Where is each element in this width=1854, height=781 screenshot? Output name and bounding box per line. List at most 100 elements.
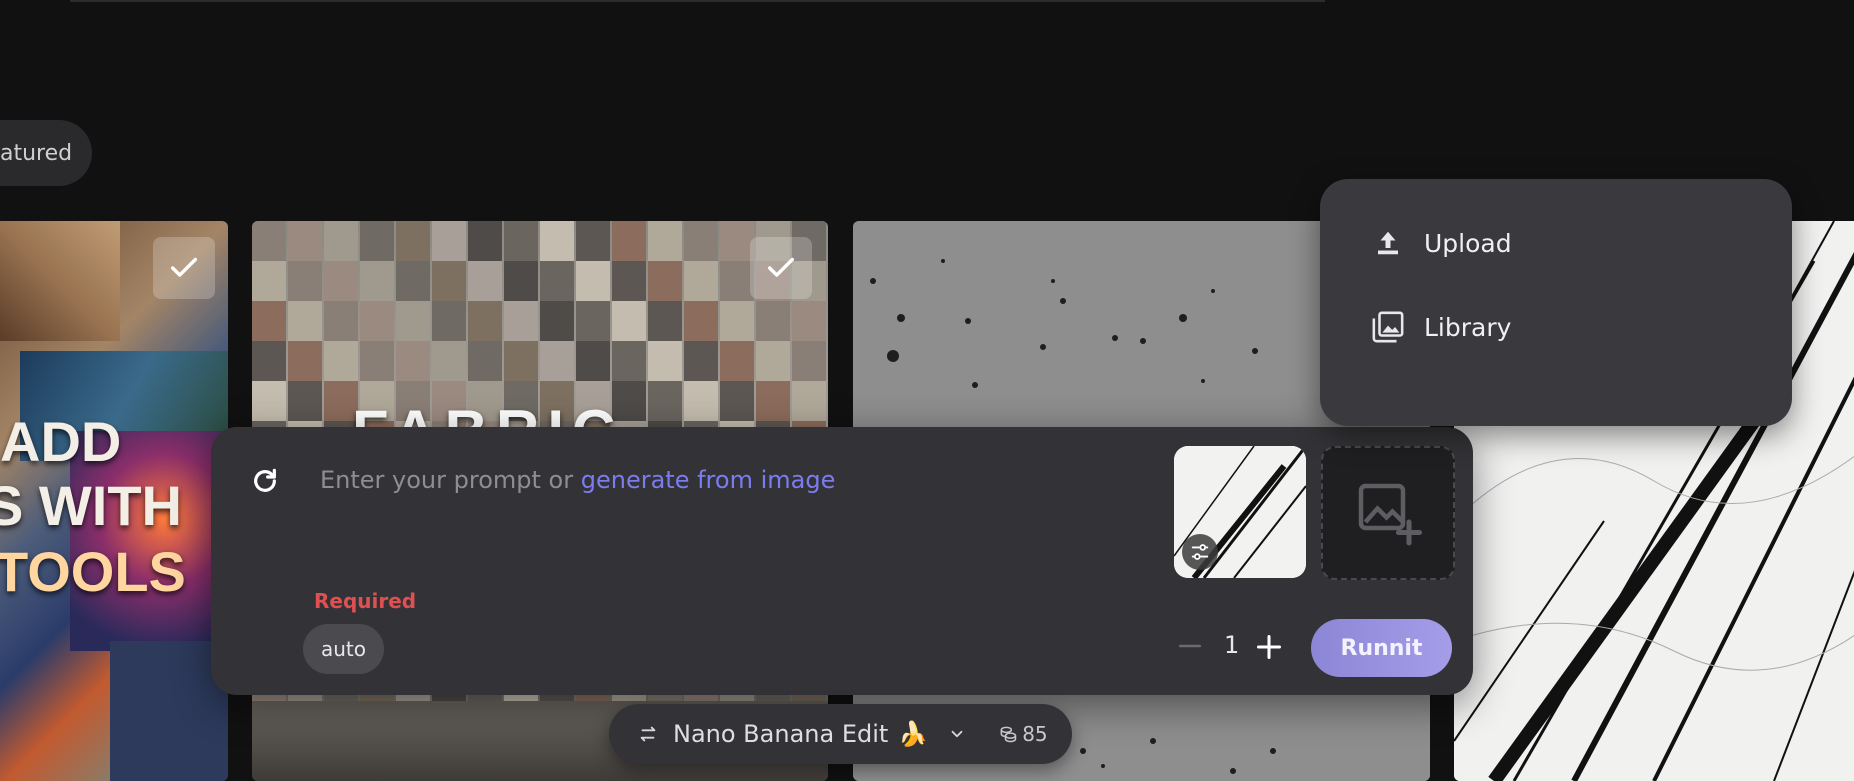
fabric-swatch bbox=[252, 261, 286, 301]
refresh-icon bbox=[254, 468, 276, 492]
fabric-swatch bbox=[684, 341, 718, 381]
reset-button[interactable] bbox=[241, 457, 289, 505]
runnit-button[interactable]: Runnit bbox=[1311, 619, 1452, 677]
fabric-swatch bbox=[252, 381, 286, 421]
prompt-placeholder: Enter your prompt or bbox=[320, 466, 574, 494]
generate-from-image-link[interactable]: generate from image bbox=[581, 466, 836, 494]
tile-overlay-line-3: TOOLS bbox=[0, 540, 186, 603]
fabric-swatch bbox=[324, 341, 358, 381]
model-name[interactable]: Nano Banana Edit bbox=[673, 720, 888, 748]
image-settings-button[interactable] bbox=[1182, 534, 1218, 570]
add-image-button[interactable] bbox=[1321, 446, 1455, 580]
chevron-down-icon bbox=[951, 730, 963, 738]
fabric-swatch bbox=[252, 341, 286, 381]
fabric-swatch bbox=[792, 341, 826, 381]
prompt-input[interactable]: Enter your prompt or generate from image bbox=[320, 466, 835, 494]
fabric-swatch bbox=[684, 381, 718, 421]
fabric-swatch bbox=[756, 381, 790, 421]
fabric-swatch bbox=[504, 221, 538, 261]
runnit-button-label: Runnit bbox=[1340, 635, 1423, 661]
fabric-swatch bbox=[252, 221, 286, 261]
fabric-swatch bbox=[288, 261, 322, 301]
minus-icon bbox=[1178, 644, 1202, 648]
credits-icon bbox=[998, 724, 1018, 744]
quantity-increment-button[interactable] bbox=[1253, 631, 1285, 663]
aspect-ratio-chip[interactable]: auto bbox=[303, 624, 385, 674]
swap-model-button[interactable] bbox=[633, 719, 663, 749]
model-dropdown-button[interactable] bbox=[946, 723, 968, 745]
fabric-swatch bbox=[504, 301, 538, 341]
fabric-swatch bbox=[540, 261, 574, 301]
fabric-swatch bbox=[504, 341, 538, 381]
fabric-swatch bbox=[504, 261, 538, 301]
fabric-swatch bbox=[360, 261, 394, 301]
model-emoji-banana: 🍌 bbox=[898, 720, 929, 748]
menu-item-library[interactable]: Library bbox=[1368, 299, 1768, 355]
fabric-swatch bbox=[612, 301, 646, 341]
menu-item-label: Library bbox=[1424, 312, 1512, 342]
fabric-swatch bbox=[396, 301, 430, 341]
swap-icon bbox=[640, 726, 656, 742]
fabric-swatch bbox=[756, 301, 790, 341]
tile-select-checkbox[interactable] bbox=[750, 237, 812, 299]
fabric-swatch bbox=[432, 301, 466, 341]
fabric-swatch bbox=[432, 341, 466, 381]
fabric-swatch bbox=[540, 341, 574, 381]
check-icon bbox=[767, 257, 795, 277]
check-icon bbox=[170, 257, 198, 277]
filter-chip-featured[interactable]: atured bbox=[0, 120, 93, 186]
quantity-decrement-button[interactable] bbox=[1175, 631, 1205, 661]
top-divider bbox=[70, 0, 1325, 2]
fabric-swatch bbox=[540, 301, 574, 341]
fabric-swatch bbox=[252, 301, 286, 341]
fabric-swatch bbox=[648, 381, 682, 421]
fabric-swatch bbox=[720, 301, 754, 341]
credits-count: 85 bbox=[1022, 722, 1048, 746]
fabric-swatch bbox=[468, 341, 502, 381]
fabric-swatch bbox=[540, 221, 574, 261]
fabric-swatch bbox=[684, 301, 718, 341]
tile-select-checkbox[interactable] bbox=[153, 237, 215, 299]
tile-overlay-line-2: S WITH bbox=[0, 474, 182, 537]
tile-wood-pattern bbox=[0, 221, 120, 341]
fabric-swatch bbox=[288, 381, 322, 421]
fabric-swatch bbox=[360, 301, 394, 341]
required-label: Required bbox=[314, 589, 417, 613]
add-image-icon bbox=[1358, 483, 1423, 546]
fabric-swatch bbox=[396, 341, 430, 381]
fabric-swatch bbox=[684, 261, 718, 301]
fabric-swatch bbox=[612, 261, 646, 301]
plus-icon bbox=[1256, 634, 1282, 660]
quantity-value: 1 bbox=[1224, 631, 1240, 659]
fabric-swatch bbox=[648, 301, 682, 341]
fabric-swatch bbox=[720, 221, 754, 261]
fabric-swatch bbox=[792, 301, 826, 341]
fabric-swatch bbox=[324, 261, 358, 301]
gallery-tile-1[interactable]: ADD S WITH TOOLS bbox=[0, 221, 228, 781]
fabric-swatch bbox=[756, 341, 790, 381]
fabric-swatch bbox=[468, 301, 502, 341]
fabric-swatch bbox=[288, 341, 322, 381]
fabric-swatch bbox=[468, 221, 502, 261]
fabric-swatch bbox=[648, 221, 682, 261]
fabric-swatch bbox=[720, 261, 754, 301]
fabric-swatch bbox=[360, 341, 394, 381]
fabric-swatch bbox=[612, 341, 646, 381]
fabric-swatch bbox=[720, 341, 754, 381]
filter-chip-label: atured bbox=[0, 140, 73, 166]
fabric-swatch bbox=[324, 221, 358, 261]
fabric-swatch bbox=[576, 261, 610, 301]
fabric-swatch bbox=[612, 221, 646, 261]
fabric-swatch bbox=[360, 221, 394, 261]
menu-item-upload[interactable]: Upload bbox=[1368, 215, 1768, 271]
fabric-swatch bbox=[576, 221, 610, 261]
selected-image-thumbnail[interactable] bbox=[1174, 446, 1306, 578]
fabric-swatch bbox=[648, 261, 682, 301]
tile-overlay-line-1: ADD bbox=[0, 410, 122, 473]
prompt-panel: Enter your prompt or generate from image… bbox=[211, 427, 1473, 695]
fabric-swatch bbox=[576, 301, 610, 341]
fabric-swatch bbox=[684, 221, 718, 261]
fabric-swatch bbox=[396, 261, 430, 301]
fabric-swatch bbox=[720, 381, 754, 421]
upload-icon bbox=[1368, 223, 1408, 263]
